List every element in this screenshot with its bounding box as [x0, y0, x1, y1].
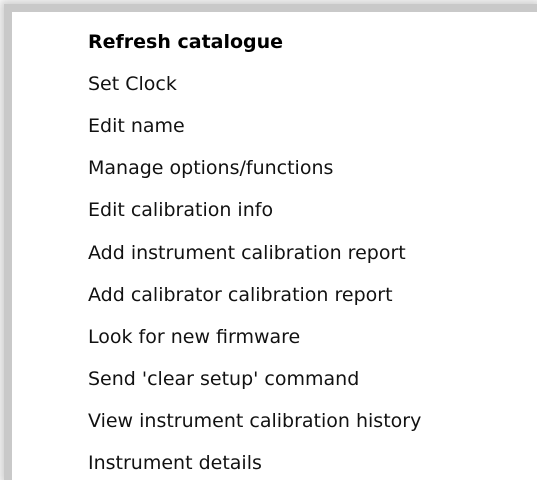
menu-item-instrument-details[interactable]: Instrument details [88, 448, 262, 478]
menu-item-view-calibration-history[interactable]: View instrument calibration history [88, 406, 421, 436]
menu-item-send-clear-setup[interactable]: Send 'clear setup' command [88, 364, 359, 394]
menu-item-add-calibrator-calibration-report[interactable]: Add calibrator calibration report [88, 280, 393, 310]
context-menu: Refresh catalogue Set Clock Edit name Ma… [12, 12, 537, 480]
menu-item-refresh-catalogue[interactable]: Refresh catalogue [88, 27, 283, 57]
menu-item-add-instrument-calibration-report[interactable]: Add instrument calibration report [88, 238, 406, 268]
menu-item-manage-options[interactable]: Manage options/functions [88, 153, 333, 183]
menu-item-set-clock[interactable]: Set Clock [88, 69, 177, 99]
menu-item-look-for-new-firmware[interactable]: Look for new firmware [88, 322, 300, 352]
menu-item-edit-name[interactable]: Edit name [88, 111, 185, 141]
menu-item-edit-calibration-info[interactable]: Edit calibration info [88, 195, 273, 225]
